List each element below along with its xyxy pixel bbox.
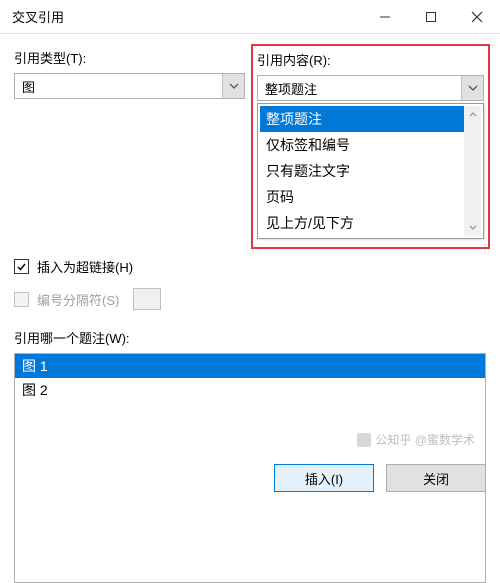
close-button[interactable] <box>454 0 500 33</box>
close-button-label: 关闭 <box>423 469 449 488</box>
dropdown-scrollbar[interactable] <box>464 106 481 236</box>
highlighted-group: 引用内容(R): 整项题注 整项题注 仅标签和编号 只有题注文字 页码 见上方/… <box>251 44 490 249</box>
ref-type-value: 图 <box>22 77 222 96</box>
separator-field <box>133 288 161 310</box>
close-dialog-button[interactable]: 关闭 <box>386 464 486 492</box>
close-icon <box>471 11 483 23</box>
dropdown-item[interactable]: 整项题注 <box>260 106 481 132</box>
hyperlink-label: 插入为超链接(H) <box>37 257 133 276</box>
dialog-buttons: 插入(I) 关闭 <box>274 464 486 492</box>
ref-content-combo-button[interactable] <box>461 76 483 100</box>
ref-content-value: 整项题注 <box>265 79 461 98</box>
separator-row: 编号分隔符(S) <box>0 288 500 310</box>
scroll-down-button[interactable] <box>464 219 481 236</box>
ref-type-combo-button[interactable] <box>222 74 244 98</box>
chevron-down-icon <box>468 85 478 91</box>
dropdown-item[interactable]: 见上方/见下方 <box>260 210 481 236</box>
list-item[interactable]: 图 1 <box>15 354 485 378</box>
ref-content-combo[interactable]: 整项题注 <box>257 75 484 101</box>
dropdown-item[interactable]: 页码 <box>260 184 481 210</box>
separator-checkbox <box>14 292 29 307</box>
ref-content-group: 引用内容(R): 整项题注 整项题注 仅标签和编号 只有题注文字 页码 见上方/… <box>255 48 486 245</box>
which-caption-label: 引用哪一个题注(W): <box>0 328 500 347</box>
ref-content-label: 引用内容(R): <box>257 50 484 69</box>
chevron-down-icon <box>469 225 477 230</box>
chevron-down-icon <box>229 83 239 89</box>
scroll-track[interactable] <box>464 123 481 219</box>
scroll-up-button[interactable] <box>464 106 481 123</box>
separator-label: 编号分隔符(S) <box>37 290 119 309</box>
hyperlink-checkbox[interactable] <box>14 259 29 274</box>
window-controls <box>362 0 500 33</box>
maximize-icon <box>425 11 437 23</box>
minimize-button[interactable] <box>362 0 408 33</box>
ref-type-combo[interactable]: 图 <box>14 73 245 99</box>
hyperlink-row: 插入为超链接(H) <box>0 257 500 276</box>
chevron-up-icon <box>469 112 477 117</box>
insert-button-label: 插入(I) <box>305 469 343 488</box>
titlebar: 交叉引用 <box>0 0 500 34</box>
window-title: 交叉引用 <box>12 7 64 26</box>
checkmark-icon <box>16 261 27 272</box>
dropdown-item[interactable]: 只有题注文字 <box>260 158 481 184</box>
ref-type-group: 引用类型(T): 图 <box>14 48 245 245</box>
ref-content-dropdown[interactable]: 整项题注 仅标签和编号 只有题注文字 页码 见上方/见下方 <box>257 103 484 239</box>
dialog-body: 引用类型(T): 图 引用内容(R): 整项题注 整项题注 仅标签和编号 只有题… <box>0 34 500 245</box>
list-item[interactable]: 图 2 <box>15 378 485 402</box>
minimize-icon <box>379 11 391 23</box>
ref-type-label: 引用类型(T): <box>14 48 245 67</box>
dropdown-item[interactable]: 仅标签和编号 <box>260 132 481 158</box>
insert-button[interactable]: 插入(I) <box>274 464 374 492</box>
maximize-button[interactable] <box>408 0 454 33</box>
